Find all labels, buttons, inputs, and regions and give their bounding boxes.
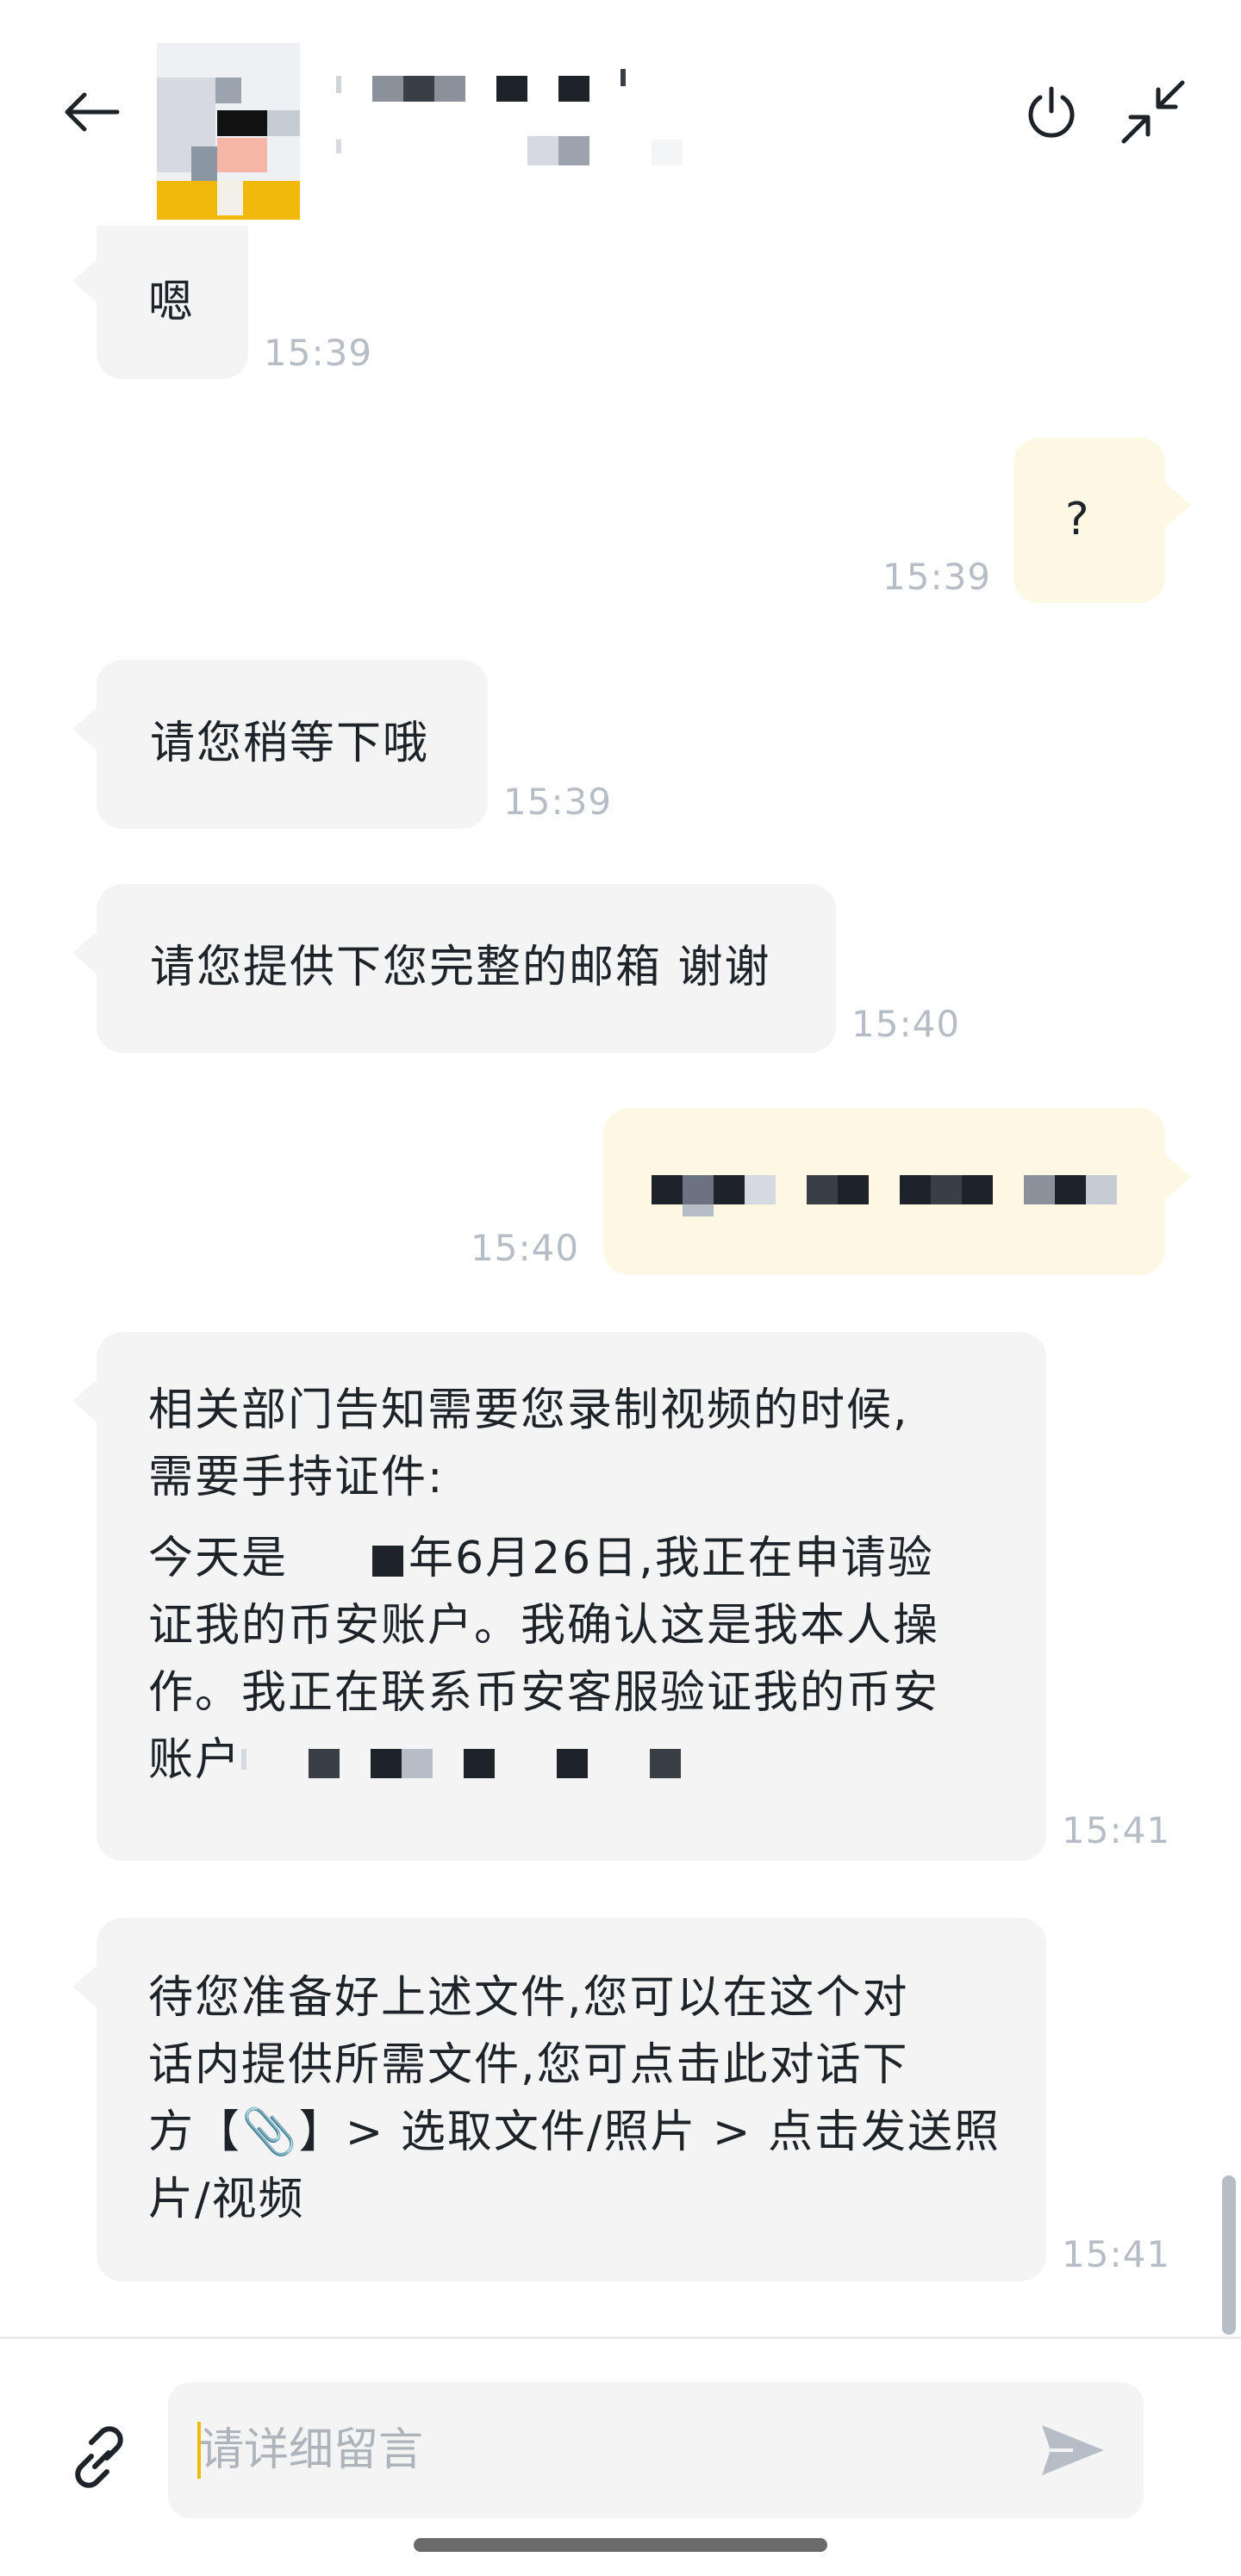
message-line: 作。我正在联系币安客服验证我的币安 — [148, 1667, 940, 1719]
message-segment: 账户 — [148, 1734, 242, 1786]
redacted-account-id — [241, 1745, 689, 1780]
send-button[interactable] — [1030, 2411, 1116, 2489]
message-line: 需要手持证件: — [148, 1452, 445, 1503]
message-segment: 今天是 — [148, 1533, 289, 1584]
message-line: 账户 — [148, 1727, 1010, 1794]
message-text: ? — [1065, 494, 1091, 545]
message-bubble-incoming: 请您提供下您完整的邮箱 谢谢 — [97, 884, 836, 1053]
message-line: 证我的币安账户。我确认这是我本人操 — [148, 1600, 940, 1652]
message-timestamp: 15:39 — [882, 556, 992, 598]
bubble-tail — [1165, 1154, 1191, 1199]
message-bubble-incoming: 待您准备好上述文件,您可以在这个对 话内提供所需文件,您可点击此对话下 方【📎】… — [97, 1918, 1046, 2281]
message-line: 相关部门告知需要您录制视频的时候, — [148, 1384, 909, 1436]
message-input[interactable] — [199, 2417, 957, 2484]
redacted-year — [288, 1544, 408, 1578]
bubble-tail — [72, 258, 98, 303]
contact-name-redacted — [327, 69, 689, 172]
message-text: 嗯 — [148, 277, 196, 328]
chat-header — [0, 0, 1241, 222]
attach-button[interactable] — [52, 2410, 147, 2504]
chat-scrollbar[interactable] — [1222, 2175, 1236, 2335]
message-timestamp: 15:39 — [264, 332, 373, 374]
bubble-tail — [72, 1964, 98, 2009]
back-button[interactable] — [52, 78, 129, 146]
message-bubble-outgoing: ? — [1013, 438, 1165, 603]
home-indicator — [414, 2538, 827, 2552]
bubble-tail — [72, 706, 98, 751]
message-segment: 年6月26日,我正在申请验 — [408, 1533, 934, 1584]
arrow-left-icon — [65, 92, 120, 132]
send-icon — [1042, 2425, 1104, 2475]
message-line: 片/视频 — [148, 2174, 305, 2225]
message-timestamp: 15:41 — [1062, 1809, 1171, 1851]
bubble-tail — [72, 1378, 98, 1423]
redacted-email — [652, 1175, 1134, 1235]
message-line: 今天是 年6月26日,我正在申请验 — [148, 1525, 1010, 1592]
message-bubble-incoming: 请您稍等下哦 — [97, 660, 488, 829]
message-timestamp: 15:41 — [1062, 2233, 1171, 2275]
message-line: 方【📎】> 选取文件/照片 > 点击发送照 — [148, 2106, 1001, 2158]
message-timestamp: 15:40 — [851, 1003, 961, 1045]
message-timestamp: 15:40 — [471, 1227, 580, 1269]
link-icon — [75, 2426, 123, 2488]
message-bubble-incoming: 相关部门告知需要您录制视频的时候, 需要手持证件: 今天是 年6月26日,我正在… — [97, 1332, 1046, 1861]
bubble-tail — [72, 930, 98, 975]
message-line: 话内提供所需文件,您可点击此对话下 — [148, 2039, 909, 2091]
collapse-arrows-icon — [1121, 80, 1184, 144]
minimize-button[interactable] — [1112, 73, 1194, 151]
message-timestamp: 15:39 — [503, 781, 613, 823]
message-bubble-outgoing — [603, 1108, 1165, 1275]
end-chat-button[interactable] — [1013, 73, 1090, 151]
message-bubble-incoming: 嗯 — [97, 226, 248, 379]
message-line: 待您准备好上述文件,您可以在这个对 — [148, 1972, 909, 2024]
avatar — [157, 43, 300, 220]
message-text: 请您稍等下哦 — [150, 718, 430, 769]
message-input-box[interactable] — [168, 2382, 1144, 2518]
bubble-tail — [1165, 482, 1191, 527]
power-icon — [1028, 86, 1075, 138]
text-caret — [197, 2422, 201, 2479]
message-text: 请您提供下您完整的邮箱 谢谢 — [150, 942, 771, 993]
